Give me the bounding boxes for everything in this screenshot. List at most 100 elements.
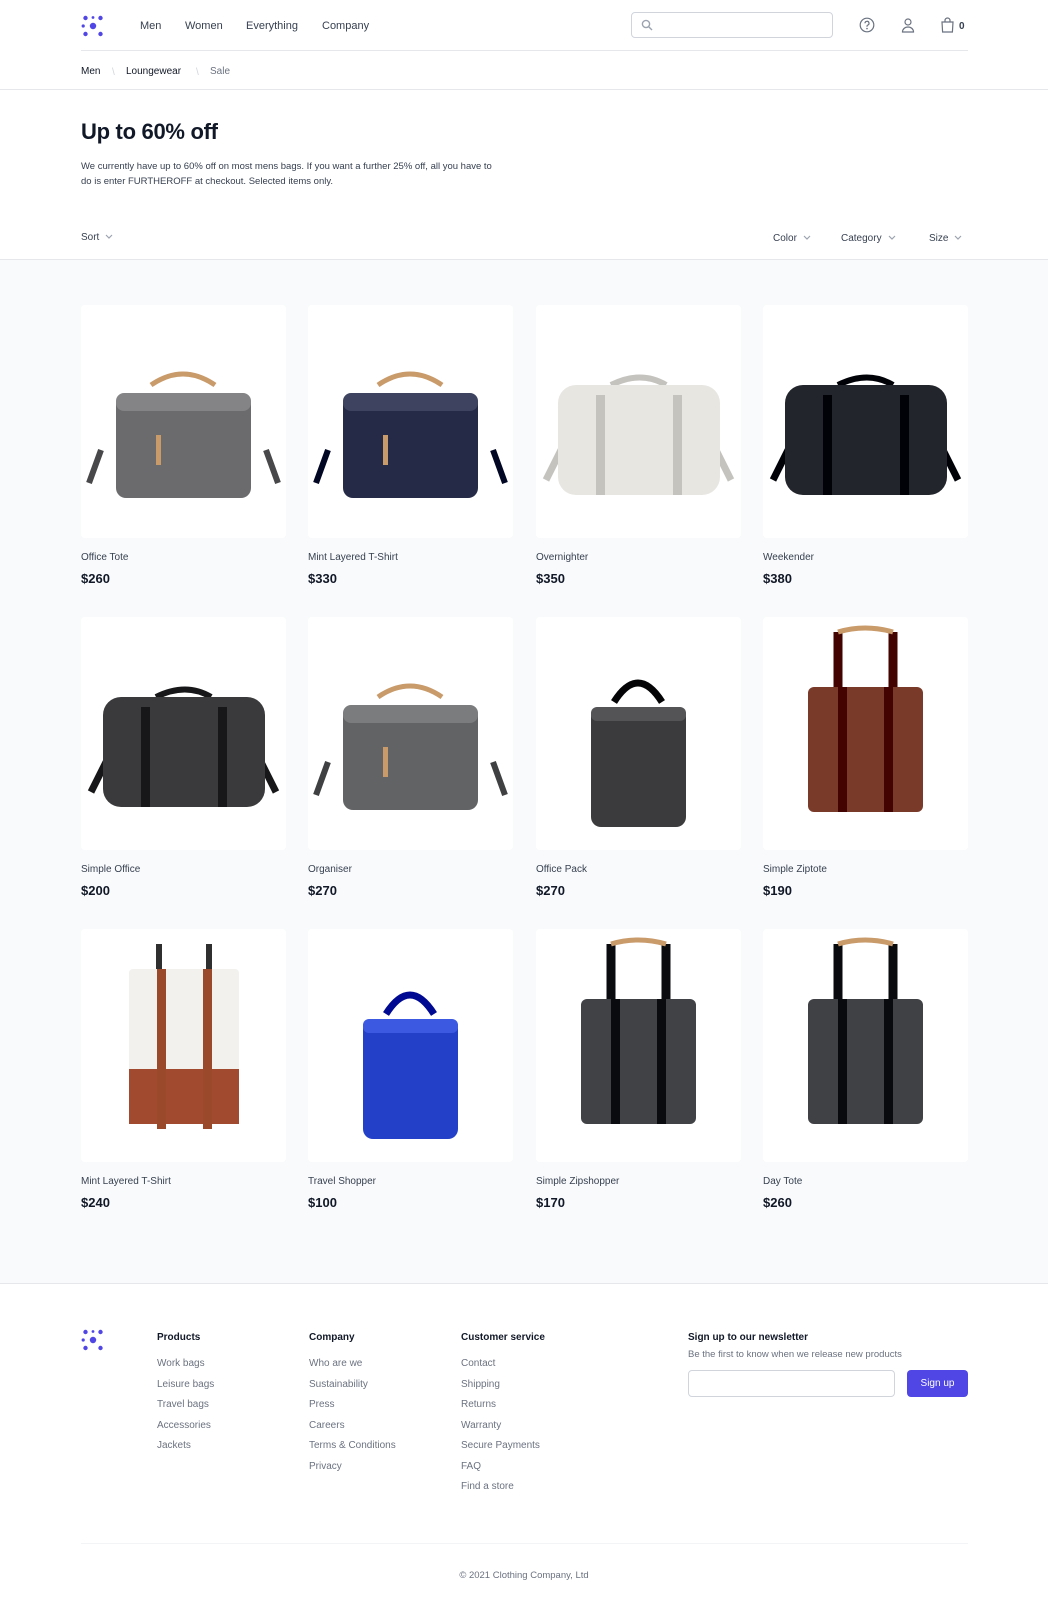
- product-card[interactable]: Office Tote $260: [81, 305, 286, 586]
- breadcrumb-men[interactable]: Men: [81, 66, 100, 77]
- product-name[interactable]: Simple Zipshopper: [536, 1176, 619, 1187]
- product-name[interactable]: Office Tote: [81, 552, 128, 563]
- chevron-down-icon: [888, 235, 896, 240]
- filter-size[interactable]: Size: [929, 233, 962, 244]
- footer-link[interactable]: Contact: [461, 1358, 495, 1369]
- newsletter-signup-button[interactable]: Sign up: [907, 1370, 968, 1397]
- bag-illustration: [591, 679, 686, 827]
- product-name[interactable]: Mint Layered T-Shirt: [81, 1176, 171, 1187]
- brand-logo-icon[interactable]: [81, 14, 105, 38]
- footer-link[interactable]: Work bags: [157, 1358, 205, 1369]
- product-name[interactable]: Simple Office: [81, 864, 140, 875]
- product-card[interactable]: Office Pack $270: [536, 617, 741, 898]
- bag-illustration: [86, 371, 281, 498]
- breadcrumb-separator: \: [112, 67, 115, 78]
- footer-link[interactable]: Accessories: [157, 1420, 211, 1431]
- header-divider: [81, 50, 968, 51]
- footer-link[interactable]: FAQ: [461, 1461, 481, 1472]
- product-image[interactable]: [536, 617, 741, 850]
- shopping-bag-icon[interactable]: [940, 17, 955, 33]
- product-image[interactable]: [81, 929, 286, 1162]
- nav-item-company[interactable]: Company: [322, 20, 369, 32]
- footer-link[interactable]: Secure Payments: [461, 1440, 540, 1451]
- product-price: $330: [308, 571, 337, 586]
- product-image[interactable]: [308, 617, 513, 850]
- bag-image: [129, 944, 239, 1129]
- footer-link[interactable]: Who are we: [309, 1358, 362, 1369]
- product-image[interactable]: [536, 929, 741, 1162]
- product-image[interactable]: [81, 617, 286, 850]
- footer-link[interactable]: Shipping: [461, 1379, 500, 1390]
- product-name[interactable]: Overnighter: [536, 552, 588, 563]
- filter-category[interactable]: Category: [841, 233, 896, 244]
- product-name[interactable]: Mint Layered T-Shirt: [308, 552, 398, 563]
- newsletter-title: Sign up to our newsletter: [688, 1332, 809, 1343]
- copyright: © 2021 Clothing Company, Ltd: [459, 1570, 589, 1581]
- product-price: $240: [81, 1195, 110, 1210]
- product-image[interactable]: [536, 305, 741, 538]
- product-image[interactable]: [763, 929, 968, 1162]
- product-card[interactable]: Organiser $270: [308, 617, 513, 898]
- nav-item-everything[interactable]: Everything: [246, 20, 298, 32]
- product-name[interactable]: Office Pack: [536, 864, 587, 875]
- footer-link[interactable]: Travel bags: [157, 1399, 209, 1410]
- footer-link[interactable]: Warranty: [461, 1420, 501, 1431]
- product-name[interactable]: Simple Ziptote: [763, 864, 827, 875]
- sort-dropdown[interactable]: Sort: [81, 232, 113, 243]
- product-image[interactable]: [763, 617, 968, 850]
- footer-link[interactable]: Privacy: [309, 1461, 342, 1472]
- search-box[interactable]: [631, 12, 833, 38]
- footer-divider: [81, 1543, 968, 1544]
- product-card[interactable]: Mint Layered T-Shirt $240: [81, 929, 286, 1210]
- product-image[interactable]: [308, 305, 513, 538]
- bag-illustration: [363, 991, 458, 1139]
- footer-link[interactable]: Returns: [461, 1399, 496, 1410]
- product-card[interactable]: Simple Ziptote $190: [763, 617, 968, 898]
- product-card[interactable]: Mint Layered T-Shirt $330: [308, 305, 513, 586]
- product-price: $170: [536, 1195, 565, 1210]
- cart-count[interactable]: 0: [959, 21, 965, 32]
- footer-link[interactable]: Find a store: [461, 1481, 514, 1492]
- product-card[interactable]: Travel Shopper $100: [308, 929, 513, 1210]
- product-card[interactable]: Simple Office $200: [81, 617, 286, 898]
- product-card[interactable]: Day Tote $260: [763, 929, 968, 1210]
- product-price: $260: [763, 1195, 792, 1210]
- footer-link[interactable]: Leisure bags: [157, 1379, 214, 1390]
- product-image[interactable]: [81, 305, 286, 538]
- breadcrumb-sale[interactable]: Sale: [210, 66, 230, 77]
- product-card[interactable]: Simple Zipshopper $170: [536, 929, 741, 1210]
- bag-illustration: [808, 625, 923, 812]
- product-card[interactable]: Weekender $380: [763, 305, 968, 586]
- bag-image: [591, 679, 686, 827]
- bag-image: [808, 625, 923, 812]
- footer-link[interactable]: Terms & Conditions: [309, 1440, 396, 1451]
- sort-label: Sort: [81, 232, 100, 243]
- user-icon[interactable]: [900, 17, 916, 33]
- nav-item-women[interactable]: Women: [185, 20, 223, 32]
- product-image[interactable]: [763, 305, 968, 538]
- product-name[interactable]: Travel Shopper: [308, 1176, 376, 1187]
- footer-logo-icon[interactable]: [81, 1328, 105, 1352]
- bag-illustration: [87, 686, 280, 807]
- footer-link[interactable]: Careers: [309, 1420, 345, 1431]
- newsletter-email-input[interactable]: [688, 1370, 895, 1397]
- filter-color[interactable]: Color: [773, 233, 811, 244]
- nav-item-men[interactable]: Men: [140, 20, 161, 32]
- filter-category-label: Category: [841, 233, 882, 244]
- search-input[interactable]: [656, 17, 830, 35]
- bag-image: [86, 371, 281, 498]
- footer-link[interactable]: Press: [309, 1399, 335, 1410]
- product-price: $380: [763, 571, 792, 586]
- bag-image: [542, 374, 735, 495]
- product-image[interactable]: [308, 929, 513, 1162]
- product-name[interactable]: Weekender: [763, 552, 814, 563]
- footer-link[interactable]: Jackets: [157, 1440, 191, 1451]
- product-name[interactable]: Organiser: [308, 864, 352, 875]
- footer-link[interactable]: Sustainability: [309, 1379, 368, 1390]
- breadcrumb-loungewear[interactable]: Loungewear: [126, 66, 181, 77]
- footer-column-title: Products: [157, 1332, 201, 1343]
- product-name[interactable]: Day Tote: [763, 1176, 802, 1187]
- product-card[interactable]: Overnighter $350: [536, 305, 741, 586]
- help-icon[interactable]: [859, 17, 875, 33]
- chevron-down-icon: [803, 235, 811, 240]
